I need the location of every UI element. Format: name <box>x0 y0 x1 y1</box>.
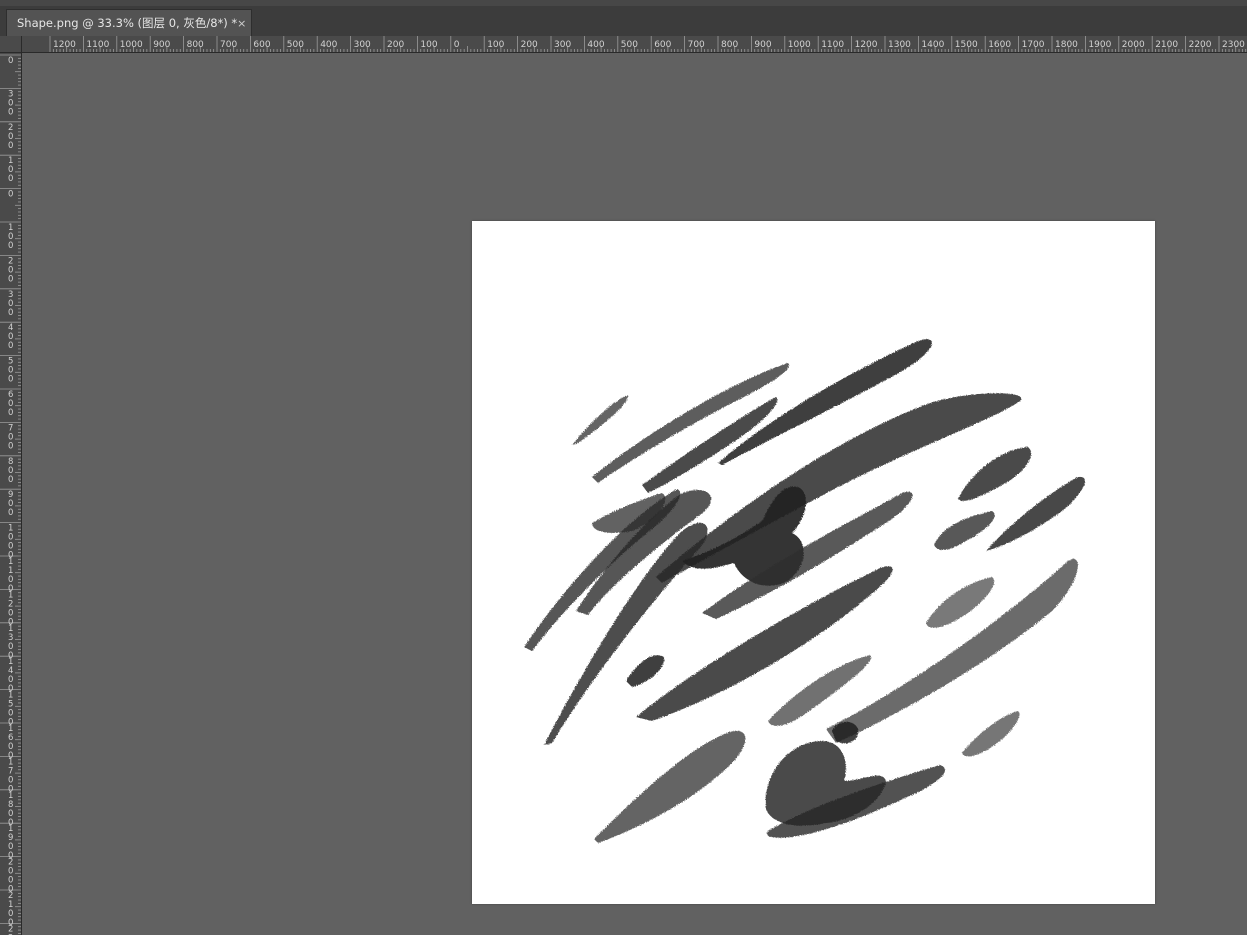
ruler-label: 2000 <box>8 858 13 895</box>
ruler-label: 2100 <box>1155 40 1178 50</box>
ruler-label: 1100 <box>8 557 13 594</box>
canvas-workspace[interactable] <box>22 53 1247 935</box>
ruler-label: 1100 <box>86 40 109 50</box>
ruler-label: 800 <box>187 40 204 50</box>
document-tab-title[interactable]: Shape.png @ 33.3% (图层 0, 灰色/8*) * <box>17 15 237 31</box>
ruler-label: 400 <box>587 40 604 50</box>
ruler-label: 900 <box>153 40 170 50</box>
ruler-label: 800 <box>8 457 13 485</box>
ruler-label: 0 <box>8 190 13 200</box>
brush-strokes-artwork <box>524 339 1085 843</box>
ruler-origin-corner[interactable] <box>0 36 22 53</box>
ruler-label: 200 <box>8 123 13 151</box>
document-tab-bar: Shape.png @ 33.3% (图层 0, 灰色/8*) * × <box>0 6 1247 37</box>
ruler-label: 200 <box>8 256 13 284</box>
ruler-label: 1200 <box>855 40 878 50</box>
horizontal-ruler-scale: 1200 1100 1000 900 800 700 600 500 400 300 200 100 0… <box>49 36 1247 52</box>
ruler-label: 600 <box>654 40 671 50</box>
ruler-label: 300 <box>8 89 13 117</box>
ruler-label: 600 <box>253 40 270 50</box>
ruler-label: 1800 <box>1055 40 1078 50</box>
ink-stroke <box>572 395 629 445</box>
ruler-label: 1300 <box>888 40 911 50</box>
ruler-label: 1900 <box>1088 40 1111 50</box>
ink-stroke <box>958 447 1032 501</box>
ruler-label: 100 <box>487 40 504 50</box>
document-tab[interactable]: Shape.png @ 33.3% (图层 0, 灰色/8*) * × <box>6 9 252 36</box>
ruler-label: 600 <box>8 390 13 418</box>
ruler-label: 1000 <box>8 524 13 561</box>
ruler-label: 500 <box>287 40 304 50</box>
horizontal-ruler[interactable]: 1200 1100 1000 900 800 700 600 500 400 300 200 100 0… <box>22 36 1247 53</box>
ruler-label: 2000 <box>1122 40 1145 50</box>
ruler-label: 300 <box>554 40 571 50</box>
ink-stroke <box>986 476 1085 551</box>
ruler-label: 1300 <box>8 624 13 661</box>
ruler-label: 1500 <box>8 691 13 728</box>
ruler-label: 2100 <box>8 891 13 928</box>
document-canvas[interactable] <box>472 221 1155 904</box>
ruler-label: 800 <box>721 40 738 50</box>
vertical-ruler[interactable]: 0300200100010020030040050060070080090010… <box>0 53 22 935</box>
ruler-label: 300 <box>8 290 13 318</box>
ruler-label: 1900 <box>8 824 13 861</box>
ruler-label: 400 <box>320 40 337 50</box>
ink-stroke <box>594 730 746 843</box>
ruler-label: 1700 <box>1022 40 1045 50</box>
ruler-label: 500 <box>8 357 13 385</box>
ruler-label: 1600 <box>8 724 13 761</box>
ruler-label: 500 <box>621 40 638 50</box>
ink-stroke <box>626 655 665 687</box>
ruler-label: 0 <box>8 56 13 66</box>
ruler-label: 1000 <box>120 40 143 50</box>
ruler-label: 2300 <box>1222 40 1245 50</box>
ruler-label: 2200 <box>8 924 13 935</box>
ruler-label: 1600 <box>988 40 1011 50</box>
ruler-label: 200 <box>521 40 538 50</box>
ruler-label: 1100 <box>821 40 844 50</box>
ruler-label: 900 <box>754 40 771 50</box>
ruler-label: 100 <box>8 223 13 251</box>
ruler-label: 700 <box>8 423 13 451</box>
ink-stroke <box>962 711 1020 757</box>
ruler-label: 1200 <box>53 40 76 50</box>
ruler-label: 0 <box>454 40 460 50</box>
ruler-label: 2200 <box>1189 40 1212 50</box>
ruler-label: 1400 <box>921 40 944 50</box>
ink-stroke <box>926 577 995 628</box>
ruler-label: 700 <box>220 40 237 50</box>
vertical-ruler-scale: 03 0 02 0 01 0 001 0 02 0 03 0 04 0 05 0 06 0 07 0 08 0 09 0 01 0… <box>0 54 21 935</box>
close-icon[interactable]: × <box>237 17 246 30</box>
ruler-label: 200 <box>387 40 404 50</box>
ink-stroke <box>934 511 995 550</box>
ruler-label: 1800 <box>8 791 13 828</box>
ruler-label: 100 <box>8 156 13 184</box>
ruler-label: 400 <box>8 323 13 351</box>
ruler-label: 900 <box>8 490 13 518</box>
ruler-label: 1000 <box>788 40 811 50</box>
ruler-label: 1400 <box>8 657 13 694</box>
ruler-label: 1200 <box>8 590 13 627</box>
ruler-label: 700 <box>688 40 705 50</box>
ruler-label: 1500 <box>955 40 978 50</box>
ruler-label: 1700 <box>8 757 13 794</box>
ruler-label: 300 <box>354 40 371 50</box>
photoshop-window: Shape.png @ 33.3% (图层 0, 灰色/8*) * × 1200… <box>0 0 1247 935</box>
ruler-label: 100 <box>420 40 437 50</box>
